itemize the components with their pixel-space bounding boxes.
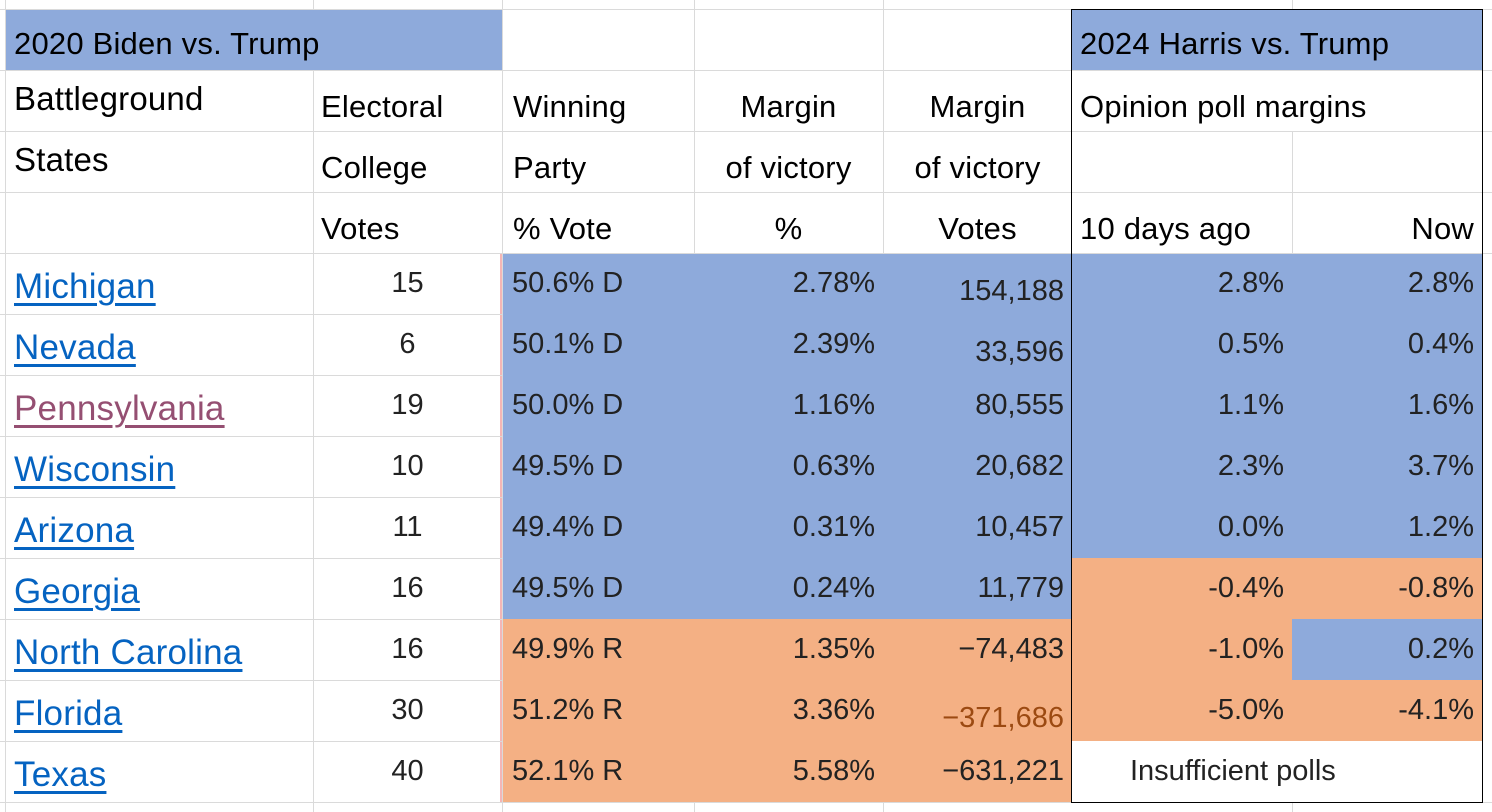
ec-votes: 40 [391, 755, 424, 787]
poll-now: 3.7% [1407, 450, 1474, 482]
header-party-line1: Winning [513, 89, 627, 124]
poll-prev: 0.5% [1217, 328, 1284, 360]
winning-party: 52.1% R [512, 755, 624, 787]
header-state-line1: Battleground [14, 80, 204, 117]
ec-votes: 30 [391, 694, 424, 726]
state-link-georgia[interactable]: Georgia [6, 558, 313, 619]
header-ec-line3: Votes [321, 211, 400, 246]
gridline [1292, 802, 1293, 812]
ec-votes: 6 [399, 328, 416, 360]
header-ec-line2: College [321, 150, 428, 185]
margin-votes: 154,188 [959, 275, 1064, 307]
ec-votes: 15 [391, 267, 424, 299]
header-party-line2: Party [513, 150, 587, 185]
poll-prev: -5.0% [1208, 694, 1284, 726]
margin-pct: 0.31% [792, 511, 875, 543]
ec-votes: 11 [392, 511, 423, 543]
gridline [883, 802, 884, 812]
header-margin-pct-line1: Margin [740, 89, 837, 124]
margin-pct: 3.36% [792, 694, 875, 726]
state-link-wisconsin[interactable]: Wisconsin [6, 436, 313, 497]
state-name[interactable]: Arizona [14, 511, 134, 551]
state-name[interactable]: Pennsylvania [14, 389, 225, 429]
margin-pct: 1.16% [792, 389, 875, 421]
margin-pct: 1.35% [792, 633, 875, 665]
margin-pct: 0.63% [792, 450, 875, 482]
header-party-line3: % Vote [513, 211, 613, 246]
ec-votes: 19 [391, 389, 424, 421]
header-margin-pct-line2: of victory [725, 150, 852, 185]
gridline [694, 802, 695, 812]
poll-now: 0.2% [1407, 633, 1474, 665]
title-2020: 2020 Biden vs. Trump [14, 25, 320, 61]
poll-now: -4.1% [1398, 694, 1474, 726]
state-name[interactable]: Florida [14, 694, 122, 734]
winning-party: 49.5% D [512, 450, 624, 482]
state-link-nevada[interactable]: Nevada [6, 314, 313, 375]
state-name[interactable]: Michigan [14, 267, 156, 307]
header-state-line2: States [14, 141, 109, 178]
header-margin-votes-line2: of victory [914, 150, 1041, 185]
gridline [1292, 0, 1293, 9]
poll-prev: -0.4% [1208, 572, 1284, 604]
margin-votes: 10,457 [975, 511, 1064, 543]
header-ec-line1: Electoral [321, 89, 444, 124]
winning-party: 49.4% D [512, 511, 624, 543]
margin-votes: −74,483 [958, 633, 1064, 665]
ec-votes: 16 [391, 572, 424, 604]
poll-prev: 1.1% [1217, 389, 1284, 421]
state-name[interactable]: North Carolina [14, 633, 242, 673]
gridline [0, 802, 1492, 803]
state-link-north-carolina[interactable]: North Carolina [6, 619, 313, 680]
header-margin-pct-line3: % [774, 211, 803, 246]
winning-party: 49.9% R [512, 633, 624, 665]
poll-now: 1.2% [1407, 511, 1474, 543]
margin-votes: 11,779 [977, 572, 1064, 604]
margin-pct: 2.39% [792, 328, 875, 360]
header-margin-votes-line1: Margin [929, 89, 1026, 124]
margin-votes: −371,686 [942, 702, 1064, 734]
ec-votes: 16 [391, 633, 424, 665]
poll-prev: 2.8% [1217, 267, 1284, 299]
title-2024: 2024 Harris vs. Trump [1080, 25, 1390, 61]
margin-votes: 80,555 [975, 389, 1064, 421]
state-name[interactable]: Texas [14, 755, 106, 795]
margin-pct: 5.58% [792, 755, 875, 787]
ec-votes: 10 [391, 450, 424, 482]
poll-now: 0.4% [1407, 328, 1474, 360]
winning-party: 49.5% D [512, 572, 624, 604]
state-link-texas[interactable]: Texas [6, 741, 313, 802]
winning-party: 51.2% R [512, 694, 624, 726]
state-name[interactable]: Georgia [14, 572, 140, 612]
header-poll-prev: 10 days ago [1080, 211, 1252, 246]
margin-votes: 33,596 [975, 336, 1064, 368]
winning-party: 50.6% D [512, 267, 624, 299]
poll-prev: 2.3% [1217, 450, 1284, 482]
state-name[interactable]: Nevada [14, 328, 136, 368]
poll-now: 1.6% [1407, 389, 1474, 421]
poll-prev: 0.0% [1217, 511, 1284, 543]
state-name[interactable]: Wisconsin [14, 450, 175, 490]
state-link-pennsylvania[interactable]: Pennsylvania [6, 375, 313, 436]
spreadsheet: 2020 Biden vs. Trump 2024 Harris vs. Tru… [0, 0, 1492, 812]
winning-party: 50.0% D [512, 389, 624, 421]
margin-pct: 2.78% [792, 267, 875, 299]
state-link-michigan[interactable]: Michigan [6, 253, 313, 314]
state-link-arizona[interactable]: Arizona [6, 497, 313, 558]
margin-votes: 20,682 [975, 450, 1064, 482]
poll-now: 2.8% [1407, 267, 1474, 299]
margin-pct: 0.24% [792, 572, 875, 604]
winning-party: 50.1% D [512, 328, 624, 360]
poll-note: Insufficient polls [1130, 755, 1336, 787]
margin-votes: −631,221 [942, 755, 1064, 787]
state-link-florida[interactable]: Florida [6, 680, 313, 741]
poll-prev: -1.0% [1208, 633, 1284, 665]
poll-now: -0.8% [1398, 572, 1474, 604]
header-polls: Opinion poll margins [1080, 89, 1367, 124]
header-poll-now: Now [1411, 211, 1474, 246]
header-margin-votes-line3: Votes [938, 211, 1017, 246]
